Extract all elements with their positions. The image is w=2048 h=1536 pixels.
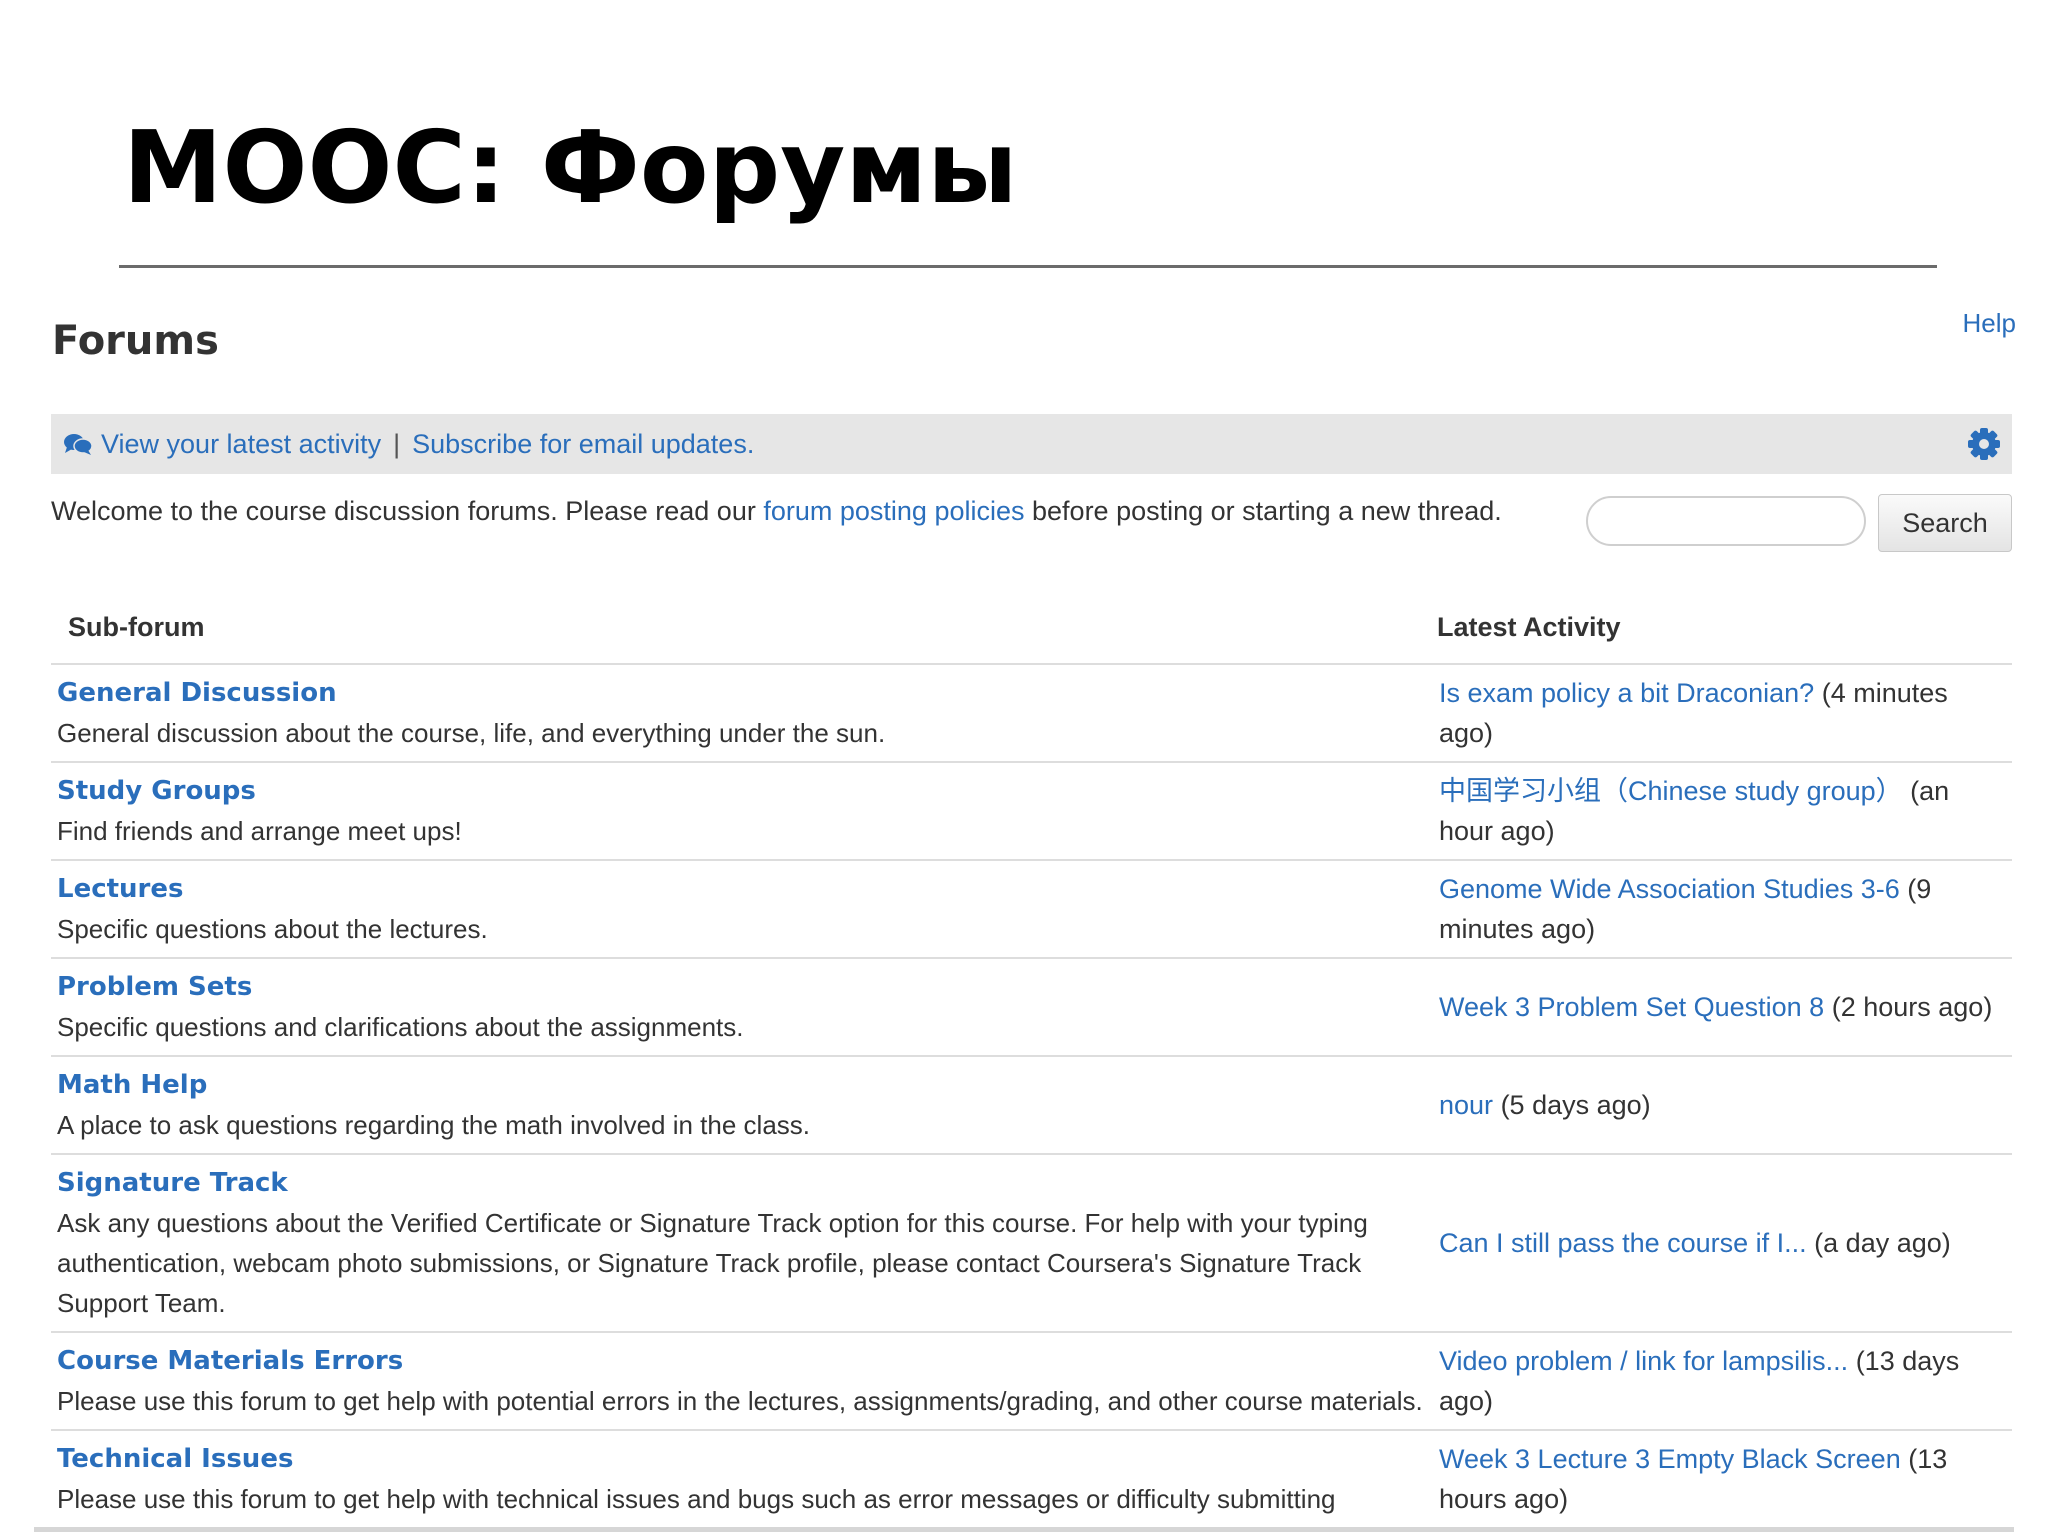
latest-thread-link[interactable]: nour bbox=[1439, 1090, 1493, 1120]
subforum-title-link[interactable]: Study Groups bbox=[57, 771, 1425, 811]
subforum-description: Ask any questions about the Verified Cer… bbox=[57, 1208, 1368, 1318]
latest-time: (a day ago) bbox=[1814, 1228, 1951, 1258]
table-row: Lectures Specific questions about the le… bbox=[51, 861, 2012, 959]
latest-thread-link[interactable]: Week 3 Lecture 3 Empty Black Screen bbox=[1439, 1444, 1901, 1474]
table-row: Course Materials Errors Please use this … bbox=[51, 1333, 2012, 1431]
search-button[interactable]: Search bbox=[1878, 494, 2012, 552]
welcome-text-after: before posting or starting a new thread. bbox=[1032, 496, 1502, 526]
forums-table: Sub-forum Latest Activity General Discus… bbox=[51, 590, 2012, 1527]
welcome-text: Welcome to the course discussion forums.… bbox=[51, 496, 1502, 527]
subforum-description: General discussion about the course, lif… bbox=[57, 718, 886, 748]
table-header: Sub-forum Latest Activity bbox=[51, 590, 2012, 665]
subforum-description: Specific questions about the lectures. bbox=[57, 914, 488, 944]
latest-time: (2 hours ago) bbox=[1831, 992, 1993, 1022]
subforum-description: Specific questions and clarifications ab… bbox=[57, 1012, 744, 1042]
subforum-description: Find friends and arrange meet ups! bbox=[57, 816, 462, 846]
table-row: Study Groups Find friends and arrange me… bbox=[51, 763, 2012, 861]
title-divider bbox=[119, 265, 1937, 268]
table-row: General Discussion General discussion ab… bbox=[51, 665, 2012, 763]
gear-icon[interactable] bbox=[1966, 426, 2002, 462]
latest-thread-link[interactable]: Genome Wide Association Studies 3-6 bbox=[1439, 874, 1900, 904]
search-input[interactable] bbox=[1586, 496, 1866, 546]
help-link[interactable]: Help bbox=[1963, 308, 2016, 339]
subforum-title-link[interactable]: Signature Track bbox=[57, 1163, 1425, 1203]
latest-time: (5 days ago) bbox=[1500, 1090, 1651, 1120]
page-title: Forums bbox=[52, 318, 219, 364]
latest-thread-link[interactable]: Can I still pass the course if I... bbox=[1439, 1228, 1807, 1258]
table-row: Technical Issues Please use this forum t… bbox=[51, 1431, 2012, 1527]
latest-thread-link[interactable]: Week 3 Problem Set Question 8 bbox=[1439, 992, 1824, 1022]
subforum-description: Please use this forum to get help with t… bbox=[57, 1484, 1336, 1514]
view-latest-activity-link[interactable]: View your latest activity bbox=[101, 429, 381, 460]
table-row: Signature Track Ask any questions about … bbox=[51, 1155, 2012, 1333]
separator: | bbox=[393, 428, 401, 459]
table-row: Math Help A place to ask questions regar… bbox=[51, 1057, 2012, 1155]
latest-thread-link[interactable]: Is exam policy a bit Draconian? bbox=[1439, 678, 1814, 708]
subforum-description: A place to ask questions regarding the m… bbox=[57, 1110, 810, 1140]
welcome-text-before: Welcome to the course discussion forums.… bbox=[51, 496, 756, 526]
subforum-description: Please use this forum to get help with p… bbox=[57, 1386, 1423, 1416]
latest-thread-link[interactable]: Video problem / link for lampsilis... bbox=[1439, 1346, 1848, 1376]
forum-posting-policies-link[interactable]: forum posting policies bbox=[763, 496, 1024, 526]
slide-title: MOOC: Форумы bbox=[123, 109, 1018, 226]
column-header-latest-activity: Latest Activity bbox=[1437, 612, 1621, 642]
column-header-subforum: Sub-forum bbox=[68, 612, 205, 642]
subforum-title-link[interactable]: General Discussion bbox=[57, 673, 1425, 713]
subforum-title-link[interactable]: Lectures bbox=[57, 869, 1425, 909]
subforum-title-link[interactable]: Math Help bbox=[57, 1065, 1425, 1105]
footer-divider bbox=[34, 1527, 2014, 1532]
latest-thread-link[interactable]: 中国学习小组（Chinese study group） bbox=[1439, 776, 1903, 806]
subforum-title-link[interactable]: Problem Sets bbox=[57, 967, 1425, 1007]
chat-bubbles-icon bbox=[64, 434, 93, 455]
table-row: Problem Sets Specific questions and clar… bbox=[51, 959, 2012, 1057]
activity-bar: View your latest activity | Subscribe fo… bbox=[51, 414, 2012, 474]
subforum-title-link[interactable]: Technical Issues bbox=[57, 1439, 1425, 1479]
subforum-title-link[interactable]: Course Materials Errors bbox=[57, 1341, 1425, 1381]
subscribe-email-link[interactable]: Subscribe for email updates. bbox=[412, 429, 754, 460]
